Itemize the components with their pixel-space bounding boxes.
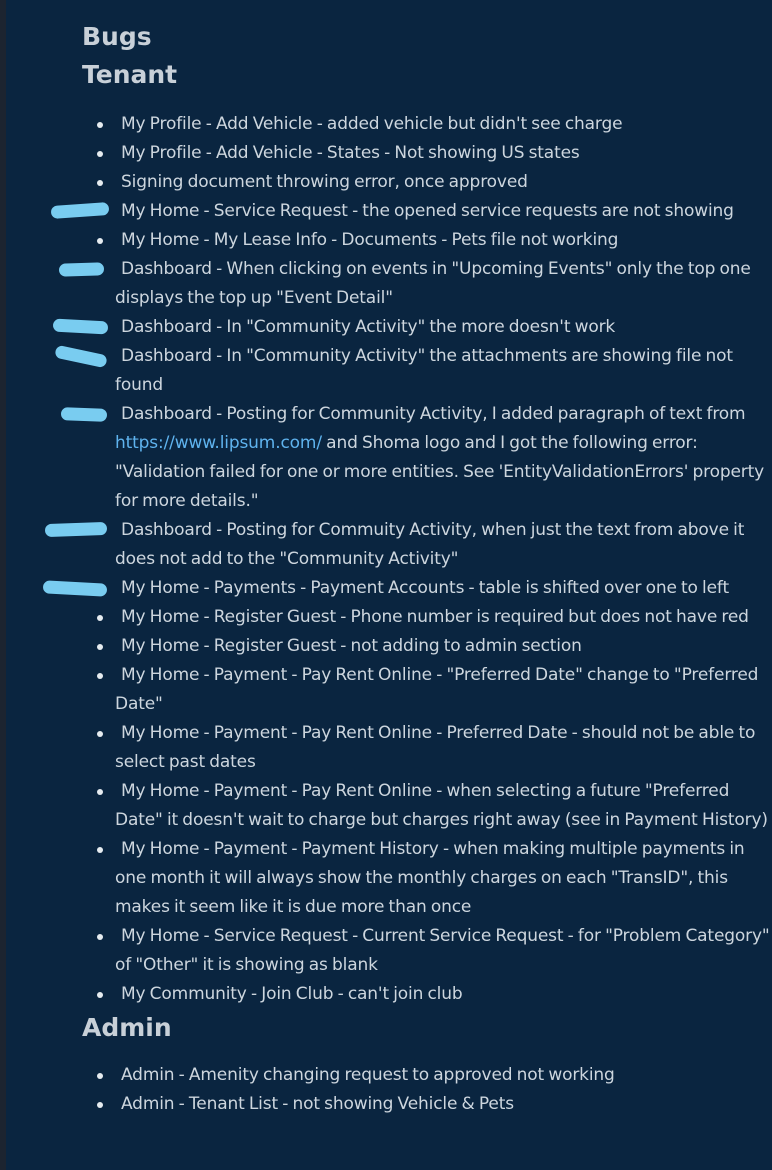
list-item: My Home - Service Request - the opened s… (50, 197, 772, 226)
list-item: Dashboard - Posting for Community Activi… (60, 400, 772, 516)
bullet-icon (97, 151, 103, 157)
admin-heading: Admin (82, 1013, 172, 1042)
list-item: My Profile - Add Vehicle - States - Not … (97, 139, 772, 168)
bullet-icon (97, 673, 103, 679)
list-item: Admin - Amenity changing request to appr… (97, 1061, 772, 1090)
list-item: My Home - My Lease Info - Documents - Pe… (97, 226, 772, 255)
list-item: Dashboard - In "Community Activity" the … (54, 342, 772, 400)
list-item: My Profile - Add Vehicle - added vehicle… (97, 110, 772, 139)
bullet-icon (97, 1073, 103, 1079)
bullet-icon (97, 934, 103, 940)
highlight-mark (58, 262, 105, 277)
highlight-mark (44, 521, 108, 538)
bullet-icon (97, 122, 103, 128)
tenant-heading: Tenant (82, 60, 178, 89)
list-item: Dashboard - When clicking on events in "… (58, 255, 772, 313)
highlight-mark (52, 318, 109, 335)
bullet-icon (97, 1102, 103, 1108)
bullet-icon (97, 789, 103, 795)
lipsum-link[interactable]: https://www.lipsum.com/ (115, 433, 322, 453)
highlight-mark (60, 407, 108, 422)
list-item: Signing document throwing error, once ap… (97, 168, 772, 197)
list-item: My Home - Payments - Payment Accounts - … (42, 574, 772, 603)
window-edge (0, 0, 6, 1170)
list-item: My Home - Service Request - Current Serv… (97, 922, 772, 980)
bullet-icon (97, 992, 103, 998)
bullet-icon (97, 238, 103, 244)
list-item: My Home - Payment - Pay Rent Online - Pr… (97, 719, 772, 777)
page-title: Bugs (82, 22, 152, 51)
bullet-icon (97, 180, 103, 186)
highlight-mark (54, 344, 108, 369)
list-item: Dashboard - Posting for Commuity Activit… (44, 516, 772, 574)
list-item: My Home - Payment - Pay Rent Online - wh… (97, 777, 772, 835)
document-body: Bugs Tenant My Profile - Add Vehicle - a… (42, 18, 772, 1119)
bullet-icon (97, 731, 103, 737)
bullet-icon (97, 847, 103, 853)
list-item: My Home - Payment - Payment History - wh… (97, 835, 772, 922)
list-item: Admin - Tenant List - not showing Vehicl… (97, 1090, 772, 1119)
list-item: Dashboard - In "Community Activity" the … (52, 313, 772, 342)
bullet-icon (97, 615, 103, 621)
bullet-icon (97, 644, 103, 650)
list-item: My Community - Join Club - can't join cl… (97, 980, 772, 1009)
list-item: My Home - Register Guest - Phone number … (97, 603, 772, 632)
list-item: My Home - Register Guest - not adding to… (97, 632, 772, 661)
list-item: My Home - Payment - Pay Rent Online - "P… (97, 661, 772, 719)
highlight-mark (42, 580, 108, 597)
admin-bug-list: Admin - Amenity changing request to appr… (82, 1061, 772, 1119)
tenant-bug-list: My Profile - Add Vehicle - added vehicle… (42, 110, 772, 1009)
highlight-mark (50, 201, 110, 220)
